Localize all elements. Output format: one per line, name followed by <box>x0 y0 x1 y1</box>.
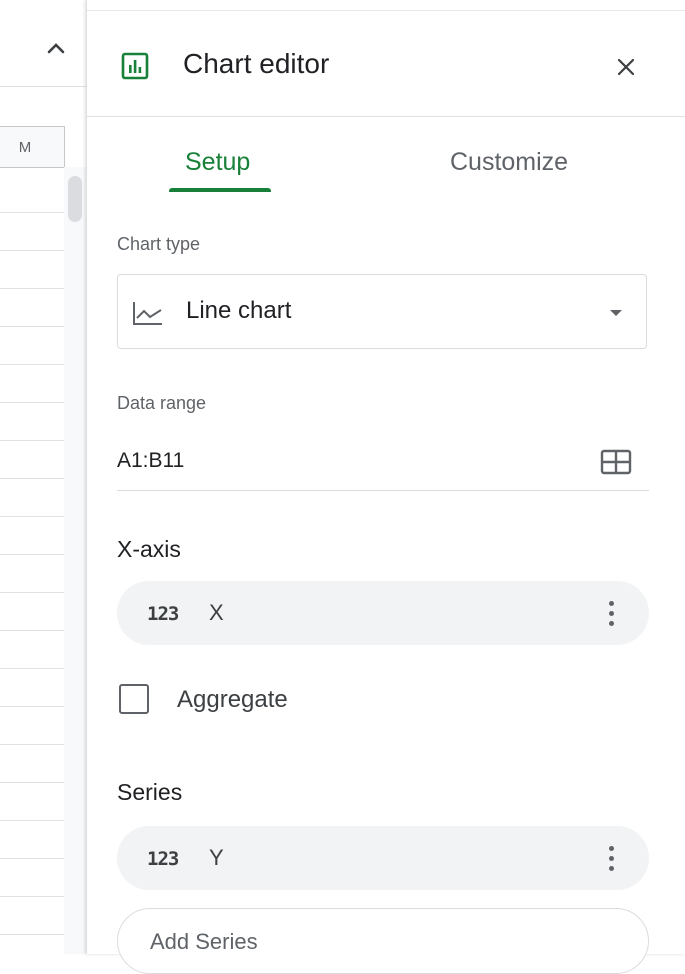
chart-type-value: Line chart <box>186 297 292 324</box>
collapse-button[interactable] <box>36 30 76 66</box>
grid-select-icon[interactable] <box>599 448 633 476</box>
aggregate-label: Aggregate <box>177 686 288 713</box>
panel-header: Chart editor <box>87 18 685 117</box>
more-vert-icon[interactable] <box>603 595 619 631</box>
close-icon <box>617 58 635 76</box>
chevron-up-icon <box>47 43 65 54</box>
x-axis-chip[interactable]: 123 X <box>117 581 649 645</box>
chart-type-label: Chart type <box>117 234 201 254</box>
line-chart-icon <box>133 302 162 325</box>
vertical-scrollbar-track[interactable] <box>64 167 86 954</box>
editor-tabs: Setup Customize <box>87 118 685 196</box>
tab-customize[interactable]: Customize <box>450 148 568 177</box>
series-title: Series <box>117 779 183 805</box>
panel-title: Chart editor <box>183 48 330 79</box>
panel-top-divider <box>87 10 685 11</box>
aggregate-checkbox[interactable] <box>119 684 149 714</box>
series-chip[interactable]: 123 Y <box>117 826 649 890</box>
add-series-button[interactable]: Add Series <box>117 908 649 974</box>
chart-type-dropdown[interactable]: Line chart <box>117 274 647 349</box>
more-vert-icon[interactable] <box>603 840 619 876</box>
add-series-label: Add Series <box>150 929 258 954</box>
chart-editor-panel: Chart editor Setup Customize Chart type … <box>86 0 685 974</box>
column-header[interactable]: M <box>0 126 65 168</box>
x-axis-title: X-axis <box>117 536 181 562</box>
close-button[interactable] <box>611 52 641 82</box>
x-axis-field-label: X <box>209 600 224 625</box>
data-range-underline <box>117 490 649 491</box>
numeric-type-badge: 123 <box>147 603 179 625</box>
column-header-label: M <box>18 138 32 156</box>
chart-editor-icon <box>121 52 149 80</box>
vertical-scrollbar-thumb[interactable] <box>68 176 82 222</box>
spreadsheet-strip: M <box>0 0 86 954</box>
active-tab-indicator <box>169 188 271 192</box>
data-range-label: Data range <box>117 393 207 413</box>
dropdown-arrow-icon <box>610 310 622 316</box>
series-field-label: Y <box>209 845 224 870</box>
sheet-grid[interactable] <box>0 167 65 954</box>
sheet-toolbar-area <box>0 0 86 87</box>
tab-setup[interactable]: Setup <box>185 148 250 177</box>
data-range-input[interactable]: A1:B11 <box>117 449 184 473</box>
numeric-type-badge: 123 <box>147 848 179 870</box>
